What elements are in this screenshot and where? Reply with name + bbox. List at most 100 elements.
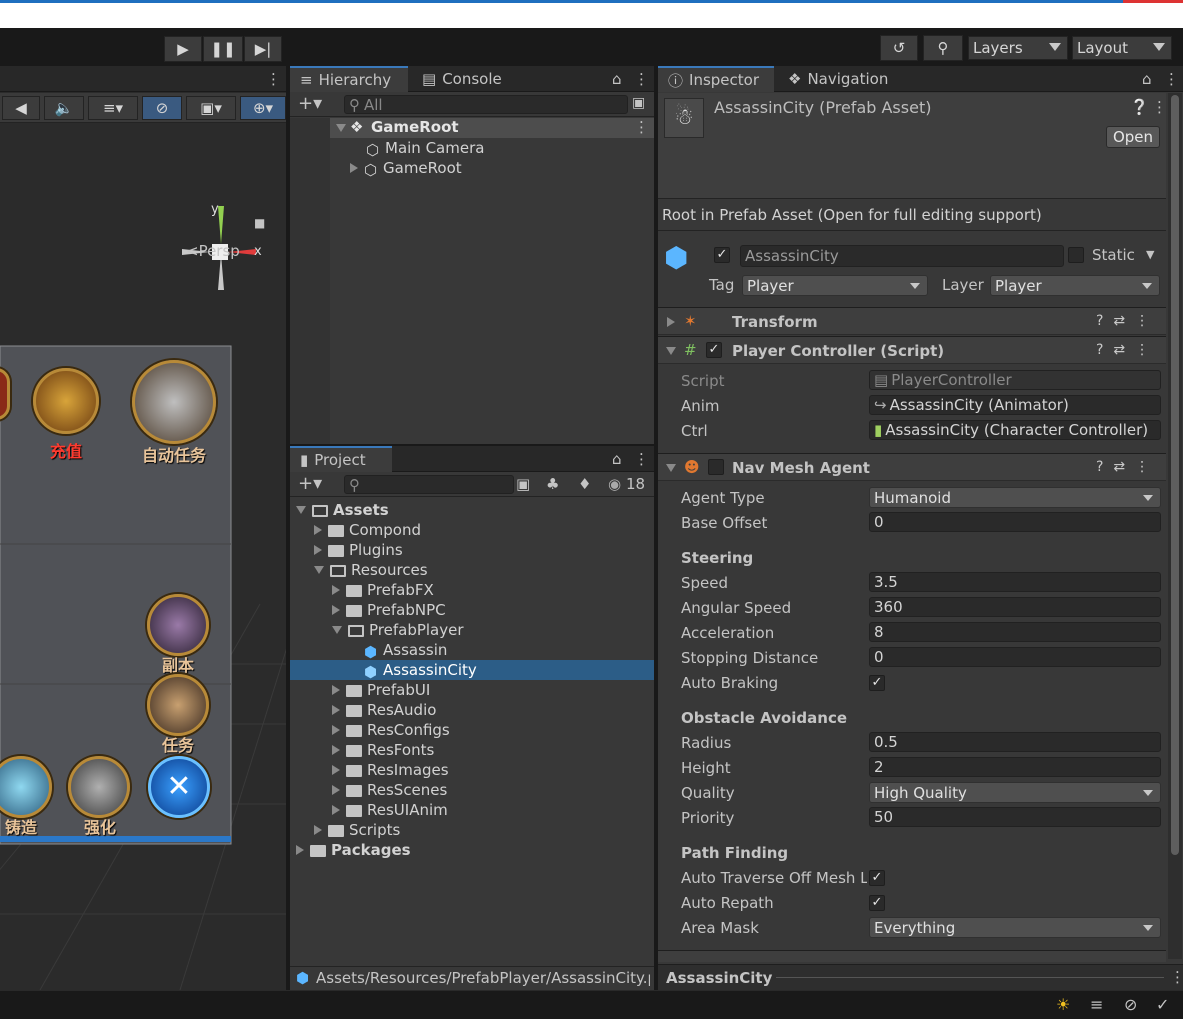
hidden-packages-icon[interactable]: ◉ <box>608 475 621 493</box>
expand-arrow-icon[interactable] <box>332 705 340 715</box>
project-search-input[interactable]: ⚲ <box>344 475 514 494</box>
tree-folder[interactable]: ResImages <box>332 760 449 780</box>
auto-repath-checkbox[interactable]: ✓ <box>869 895 885 911</box>
scrollbar-thumb[interactable] <box>1171 95 1179 855</box>
lock-icon[interactable]: ⌂ <box>1142 70 1152 88</box>
expand-arrow-icon[interactable] <box>332 626 342 634</box>
expand-arrow-icon[interactable] <box>332 805 340 815</box>
expand-arrow-icon[interactable] <box>332 725 340 735</box>
kebab-menu-icon[interactable]: ⋮ <box>634 118 649 136</box>
gameobject-cube-icon[interactable]: ⬢ <box>664 244 694 274</box>
layout-dropdown[interactable]: Layout <box>1072 36 1172 60</box>
angular-speed-input[interactable]: 360 <box>869 597 1161 617</box>
kebab-menu-icon[interactable]: ⋮ <box>634 450 649 468</box>
expand-arrow-icon[interactable] <box>314 825 322 835</box>
tree-folder[interactable]: Resources <box>314 560 428 580</box>
tag-icon[interactable]: ♦ <box>578 475 591 493</box>
tab-project[interactable]: ▮ Project <box>290 446 392 472</box>
hierarchy-search-input[interactable]: ⚲ All <box>344 95 628 114</box>
height-input[interactable]: 2 <box>869 757 1161 777</box>
kebab-menu-icon[interactable]: ⋮ <box>266 70 281 88</box>
expand-arrow-icon[interactable] <box>314 545 322 555</box>
fx-dropdown[interactable]: ≡▾ <box>88 96 138 120</box>
step-button[interactable]: ▶| <box>244 36 282 62</box>
tab-hierarchy[interactable]: ≡ Hierarchy <box>290 66 408 92</box>
collab-check-icon[interactable]: ✓ <box>1156 995 1169 1014</box>
player-controller-header[interactable]: # ✓ Player Controller (Script) ?⇄⋮ <box>658 336 1166 364</box>
tree-folder-assets[interactable]: Assets <box>296 500 389 520</box>
chevron-down-icon[interactable]: ▼ <box>1146 248 1154 261</box>
area-mask-dropdown[interactable]: Everything <box>869 917 1161 938</box>
tab-navigation[interactable]: ❖ Navigation <box>778 66 898 92</box>
expand-arrow-icon[interactable] <box>666 347 676 355</box>
component-enabled-checkbox[interactable]: ✓ <box>706 342 722 358</box>
quality-dropdown[interactable]: High Quality <box>869 782 1161 803</box>
expand-arrow-icon[interactable] <box>336 124 346 132</box>
hierarchy-item[interactable]: ⬡ Main Camera <box>366 138 484 159</box>
tag-dropdown[interactable]: Player <box>742 275 928 296</box>
speed-input[interactable]: 3.5 <box>869 572 1161 592</box>
auto-braking-checkbox[interactable]: ✓ <box>869 675 885 691</box>
filter-by-label-icon[interactable]: ♣ <box>546 475 559 493</box>
tree-folder[interactable]: PrefabNPC <box>332 600 446 620</box>
scene-tool-button[interactable]: ◀ <box>2 96 40 120</box>
component-help-settings-icons[interactable]: ?⇄⋮ <box>1096 342 1159 358</box>
expand-arrow-icon[interactable] <box>350 163 358 173</box>
debug-mode-icon[interactable]: ⊘ <box>1124 995 1137 1014</box>
tree-folder[interactable]: ResUIAnim <box>332 800 448 820</box>
visibility-toggle[interactable]: ⊘ <box>142 96 182 120</box>
tree-folder[interactable]: Scripts <box>314 820 400 840</box>
kebab-menu-icon[interactable]: ⋮ <box>1170 968 1183 986</box>
lock-icon[interactable]: ⌂ <box>612 70 622 88</box>
tree-asset-selected[interactable]: ⬢ AssassinCity <box>364 660 477 681</box>
kebab-menu-icon[interactable]: ⋮ <box>1164 70 1179 88</box>
expand-arrow-icon[interactable] <box>332 685 340 695</box>
expand-arrow-icon[interactable] <box>666 464 676 472</box>
tree-folder[interactable]: ResAudio <box>332 700 436 720</box>
expand-arrow-icon[interactable] <box>314 566 324 574</box>
expand-arrow-icon[interactable] <box>332 585 340 595</box>
active-checkbox[interactable]: ✓ <box>714 247 730 263</box>
close-icon[interactable]: ✕ <box>148 756 210 818</box>
kebab-menu-icon[interactable]: ⋮ <box>634 70 649 88</box>
tab-inspector[interactable]: ⓘ Inspector <box>658 66 774 92</box>
tree-folder[interactable]: ResFonts <box>332 740 434 760</box>
inspector-scrollbar[interactable] <box>1168 93 1182 959</box>
tree-folder[interactable]: PrefabFX <box>332 580 434 600</box>
tree-folder-packages[interactable]: Packages <box>296 840 411 860</box>
expand-arrow-icon[interactable] <box>332 745 340 755</box>
pause-button[interactable]: ❚❚ <box>203 36 243 62</box>
auto-generate-lighting-icon[interactable]: ☀ <box>1056 995 1070 1014</box>
lock-icon[interactable]: ⌂ <box>612 450 622 468</box>
tree-folder[interactable]: PrefabUI <box>332 680 430 700</box>
hierarchy-item[interactable]: ⬡ GameRoot <box>350 158 462 179</box>
camera-dropdown[interactable]: ▣▾ <box>186 96 236 120</box>
help-icon[interactable]: ❔ <box>1130 98 1149 116</box>
search-button[interactable]: ⚲ <box>923 35 963 61</box>
add-button[interactable]: +▾ <box>298 93 322 114</box>
component-help-settings-icons[interactable]: ?⇄⋮ <box>1096 313 1159 329</box>
transform-component-header[interactable]: ✶ Transform ?⇄⋮ <box>658 307 1166 335</box>
static-checkbox[interactable] <box>1068 247 1084 263</box>
base-offset-input[interactable]: 0 <box>869 512 1161 532</box>
search-by-type-icon[interactable]: ▣ <box>516 475 530 493</box>
tree-asset[interactable]: ⬢ Assassin <box>364 640 447 661</box>
create-button[interactable]: +▾ <box>298 473 322 494</box>
object-name-input[interactable]: AssassinCity <box>740 245 1064 267</box>
scene-visibility-icon[interactable]: ▣ <box>632 95 645 111</box>
stopping-distance-input[interactable]: 0 <box>869 647 1161 667</box>
lock-icon[interactable]: ■ <box>254 216 265 230</box>
nav-mesh-agent-header[interactable]: ☻ Nav Mesh Agent ?⇄⋮ <box>658 453 1166 481</box>
layers-dropdown[interactable]: Layers <box>968 36 1068 60</box>
expand-arrow-icon[interactable] <box>314 525 322 535</box>
kebab-menu-icon[interactable]: ⋮ <box>1152 98 1167 116</box>
tab-console[interactable]: ▤ Console <box>412 66 512 92</box>
layer-dropdown[interactable]: Player <box>990 275 1160 296</box>
scene-root-row[interactable]: ◉ ☝ ❖ GameRoot ⋮ <box>290 118 654 138</box>
effects-button[interactable]: 🔈 <box>44 96 84 120</box>
tree-folder[interactable]: Plugins <box>314 540 403 560</box>
tree-folder[interactable]: ResScenes <box>332 780 447 800</box>
open-button[interactable]: Open <box>1106 126 1160 148</box>
cache-server-icon[interactable]: ≡ <box>1090 995 1103 1014</box>
radius-input[interactable]: 0.5 <box>869 732 1161 752</box>
